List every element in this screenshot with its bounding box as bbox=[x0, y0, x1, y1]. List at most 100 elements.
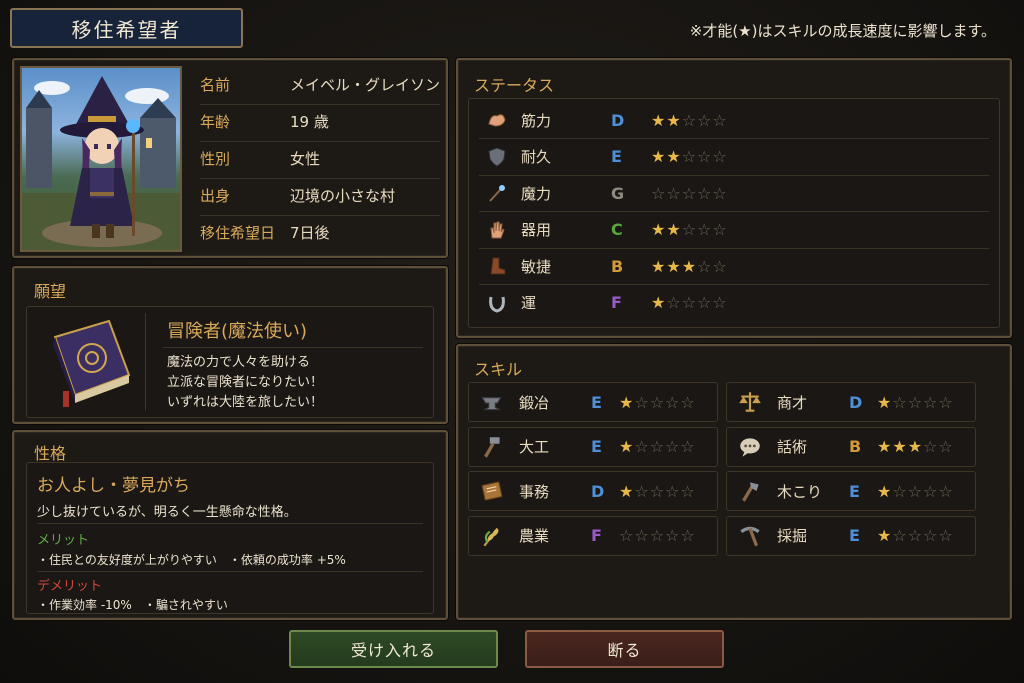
star-empty-icon: ☆ bbox=[712, 183, 728, 203]
wish-heading: 冒険者(魔法使い) bbox=[167, 321, 308, 342]
personality-title: 性格 bbox=[34, 444, 67, 463]
horseshoe-icon bbox=[483, 291, 511, 315]
profile-label: 年齢 bbox=[200, 112, 231, 131]
status-name: 敏捷 bbox=[521, 257, 552, 276]
skill-stars: ★☆☆☆☆ bbox=[877, 482, 954, 501]
skill-grade: E bbox=[591, 392, 602, 412]
status-stars: ★★☆☆☆ bbox=[651, 111, 728, 130]
star-empty-icon: ☆ bbox=[712, 293, 728, 312]
status-grade: B bbox=[611, 256, 624, 276]
speech-icon bbox=[735, 434, 765, 460]
profile-value: 7日後 bbox=[290, 223, 330, 242]
star-empty-icon: ☆ bbox=[649, 392, 666, 412]
star-empty-icon: ☆ bbox=[938, 392, 954, 412]
star-empty-icon: ☆ bbox=[681, 220, 698, 239]
star-filled-icon: ★ bbox=[666, 147, 682, 166]
star-filled-icon: ★ bbox=[877, 481, 893, 501]
star-filled-icon: ★ bbox=[651, 256, 667, 276]
skill-name: 木こり bbox=[777, 482, 823, 501]
star-filled-icon: ★ bbox=[651, 147, 667, 166]
status-row: 運 F ★☆☆☆☆ bbox=[469, 288, 999, 318]
profile-label: 移住希望日 bbox=[200, 223, 276, 242]
star-filled-icon: ★ bbox=[666, 110, 682, 130]
status-stars: ★★☆☆☆ bbox=[651, 147, 728, 166]
status-name: 運 bbox=[521, 294, 537, 312]
profile-row-origin: 出身 辺境の小さな村 bbox=[190, 181, 440, 209]
skill-stars: ☆☆☆☆☆ bbox=[619, 526, 696, 545]
star-empty-icon: ☆ bbox=[680, 437, 696, 456]
star-filled-icon: ★ bbox=[681, 256, 698, 276]
accept-button[interactable]: 受け入れる bbox=[289, 630, 498, 668]
star-empty-icon: ☆ bbox=[697, 293, 713, 312]
star-empty-icon: ☆ bbox=[681, 147, 698, 166]
bicep-icon bbox=[483, 108, 511, 132]
status-grade: G bbox=[611, 183, 625, 203]
wish-description: 魔法の力で人々を助ける 立派な冒険者になりたい！ いずれは大陸を旅したい！ bbox=[167, 353, 323, 413]
axe-icon bbox=[735, 478, 765, 504]
skill-card: 事務 D ★☆☆☆☆ bbox=[468, 471, 718, 511]
star-empty-icon: ☆ bbox=[680, 481, 696, 501]
star-empty-icon: ☆ bbox=[907, 392, 924, 412]
star-empty-icon: ☆ bbox=[923, 392, 939, 412]
skill-card: 農業 F ☆☆☆☆☆ bbox=[468, 515, 718, 556]
wish-line: 魔法の力で人々を助ける bbox=[167, 355, 311, 370]
star-empty-icon: ☆ bbox=[666, 293, 682, 312]
status-stars: ★☆☆☆☆ bbox=[651, 293, 728, 312]
skill-grade: E bbox=[849, 526, 860, 545]
status-grade: D bbox=[611, 110, 625, 130]
trait-name: お人よし・夢見がち bbox=[37, 476, 190, 496]
status-stars: ★★☆☆☆ bbox=[651, 220, 728, 239]
star-empty-icon: ☆ bbox=[712, 147, 728, 166]
star-filled-icon: ★ bbox=[877, 392, 893, 412]
talent-notice: ※才能(★)はスキルの成長速度に影響します。 bbox=[689, 22, 996, 40]
skill-stars: ★☆☆☆☆ bbox=[877, 393, 954, 412]
status-row: 器用 C ★★☆☆☆ bbox=[469, 215, 999, 245]
spellbook-icon bbox=[33, 313, 146, 411]
star-filled-icon: ★ bbox=[666, 220, 682, 239]
star-empty-icon: ☆ bbox=[649, 437, 666, 456]
skill-card: 木こり E ★☆☆☆☆ bbox=[726, 471, 976, 511]
personality-card: お人よし・夢見がち 少し抜けているが、明るく一生懸命な性格。 メリット ・住民と… bbox=[26, 462, 434, 614]
star-filled-icon: ★ bbox=[619, 392, 635, 412]
trait-description: 少し抜けているが、明るく一生懸命な性格。 bbox=[37, 505, 297, 520]
profile-row-gender: 性別 女性 bbox=[190, 144, 440, 172]
star-empty-icon: ☆ bbox=[634, 481, 650, 501]
demerit-label: デメリット bbox=[37, 579, 103, 594]
status-row: 筋力 D ★★☆☆☆ bbox=[469, 105, 999, 135]
status-name: 器用 bbox=[521, 221, 552, 239]
profile-info: 名前 メイベル・グレイソン 年齢 19 歳 性別 女性 出身 辺境の小さな村 移… bbox=[190, 64, 440, 252]
status-grade: F bbox=[611, 293, 622, 312]
wish-line: いずれは大陸を旅したい！ bbox=[167, 395, 324, 410]
status-row: 耐久 E ★★☆☆☆ bbox=[469, 142, 999, 172]
star-filled-icon: ★ bbox=[651, 110, 667, 130]
star-empty-icon: ☆ bbox=[681, 183, 698, 203]
merit-label: メリット bbox=[37, 533, 90, 548]
skill-stars: ★☆☆☆☆ bbox=[877, 526, 954, 545]
star-empty-icon: ☆ bbox=[712, 220, 728, 239]
skill-grade: B bbox=[849, 437, 862, 456]
status-grade: E bbox=[611, 147, 622, 166]
profile-value: メイベル・グレイソン bbox=[290, 75, 441, 94]
skill-grade: E bbox=[849, 481, 860, 501]
profile-row-age: 年齢 19 歳 bbox=[190, 107, 440, 135]
star-filled-icon: ★ bbox=[877, 526, 893, 545]
skill-stars: ★☆☆☆☆ bbox=[619, 437, 696, 456]
profile-panel: 名前 メイベル・グレイソン 年齢 19 歳 性別 女性 出身 辺境の小さな村 移… bbox=[12, 58, 448, 258]
wheat-icon bbox=[477, 523, 507, 549]
witch-portrait-image bbox=[22, 76, 180, 250]
skills-title: スキル bbox=[474, 360, 523, 379]
star-filled-icon: ★ bbox=[651, 220, 667, 239]
star-empty-icon: ☆ bbox=[680, 392, 696, 412]
decline-button[interactable]: 断る bbox=[525, 630, 724, 668]
star-empty-icon: ☆ bbox=[923, 526, 939, 545]
skill-name: 商才 bbox=[777, 393, 808, 412]
profile-label: 名前 bbox=[200, 75, 231, 94]
star-filled-icon: ★ bbox=[907, 437, 924, 456]
skill-name: 話術 bbox=[777, 438, 808, 456]
skill-name: 農業 bbox=[519, 527, 550, 545]
skill-name: 採掘 bbox=[777, 527, 808, 545]
star-empty-icon: ☆ bbox=[665, 437, 681, 456]
skill-name: 大工 bbox=[519, 438, 550, 456]
status-panel: ステータス 筋力 D ★★☆☆☆ 耐久 E ★★☆☆☆ 魔力 G ☆☆☆☆☆ 器用 C ★★☆☆☆ 敏捷… bbox=[456, 58, 1012, 338]
star-empty-icon: ☆ bbox=[681, 110, 698, 130]
